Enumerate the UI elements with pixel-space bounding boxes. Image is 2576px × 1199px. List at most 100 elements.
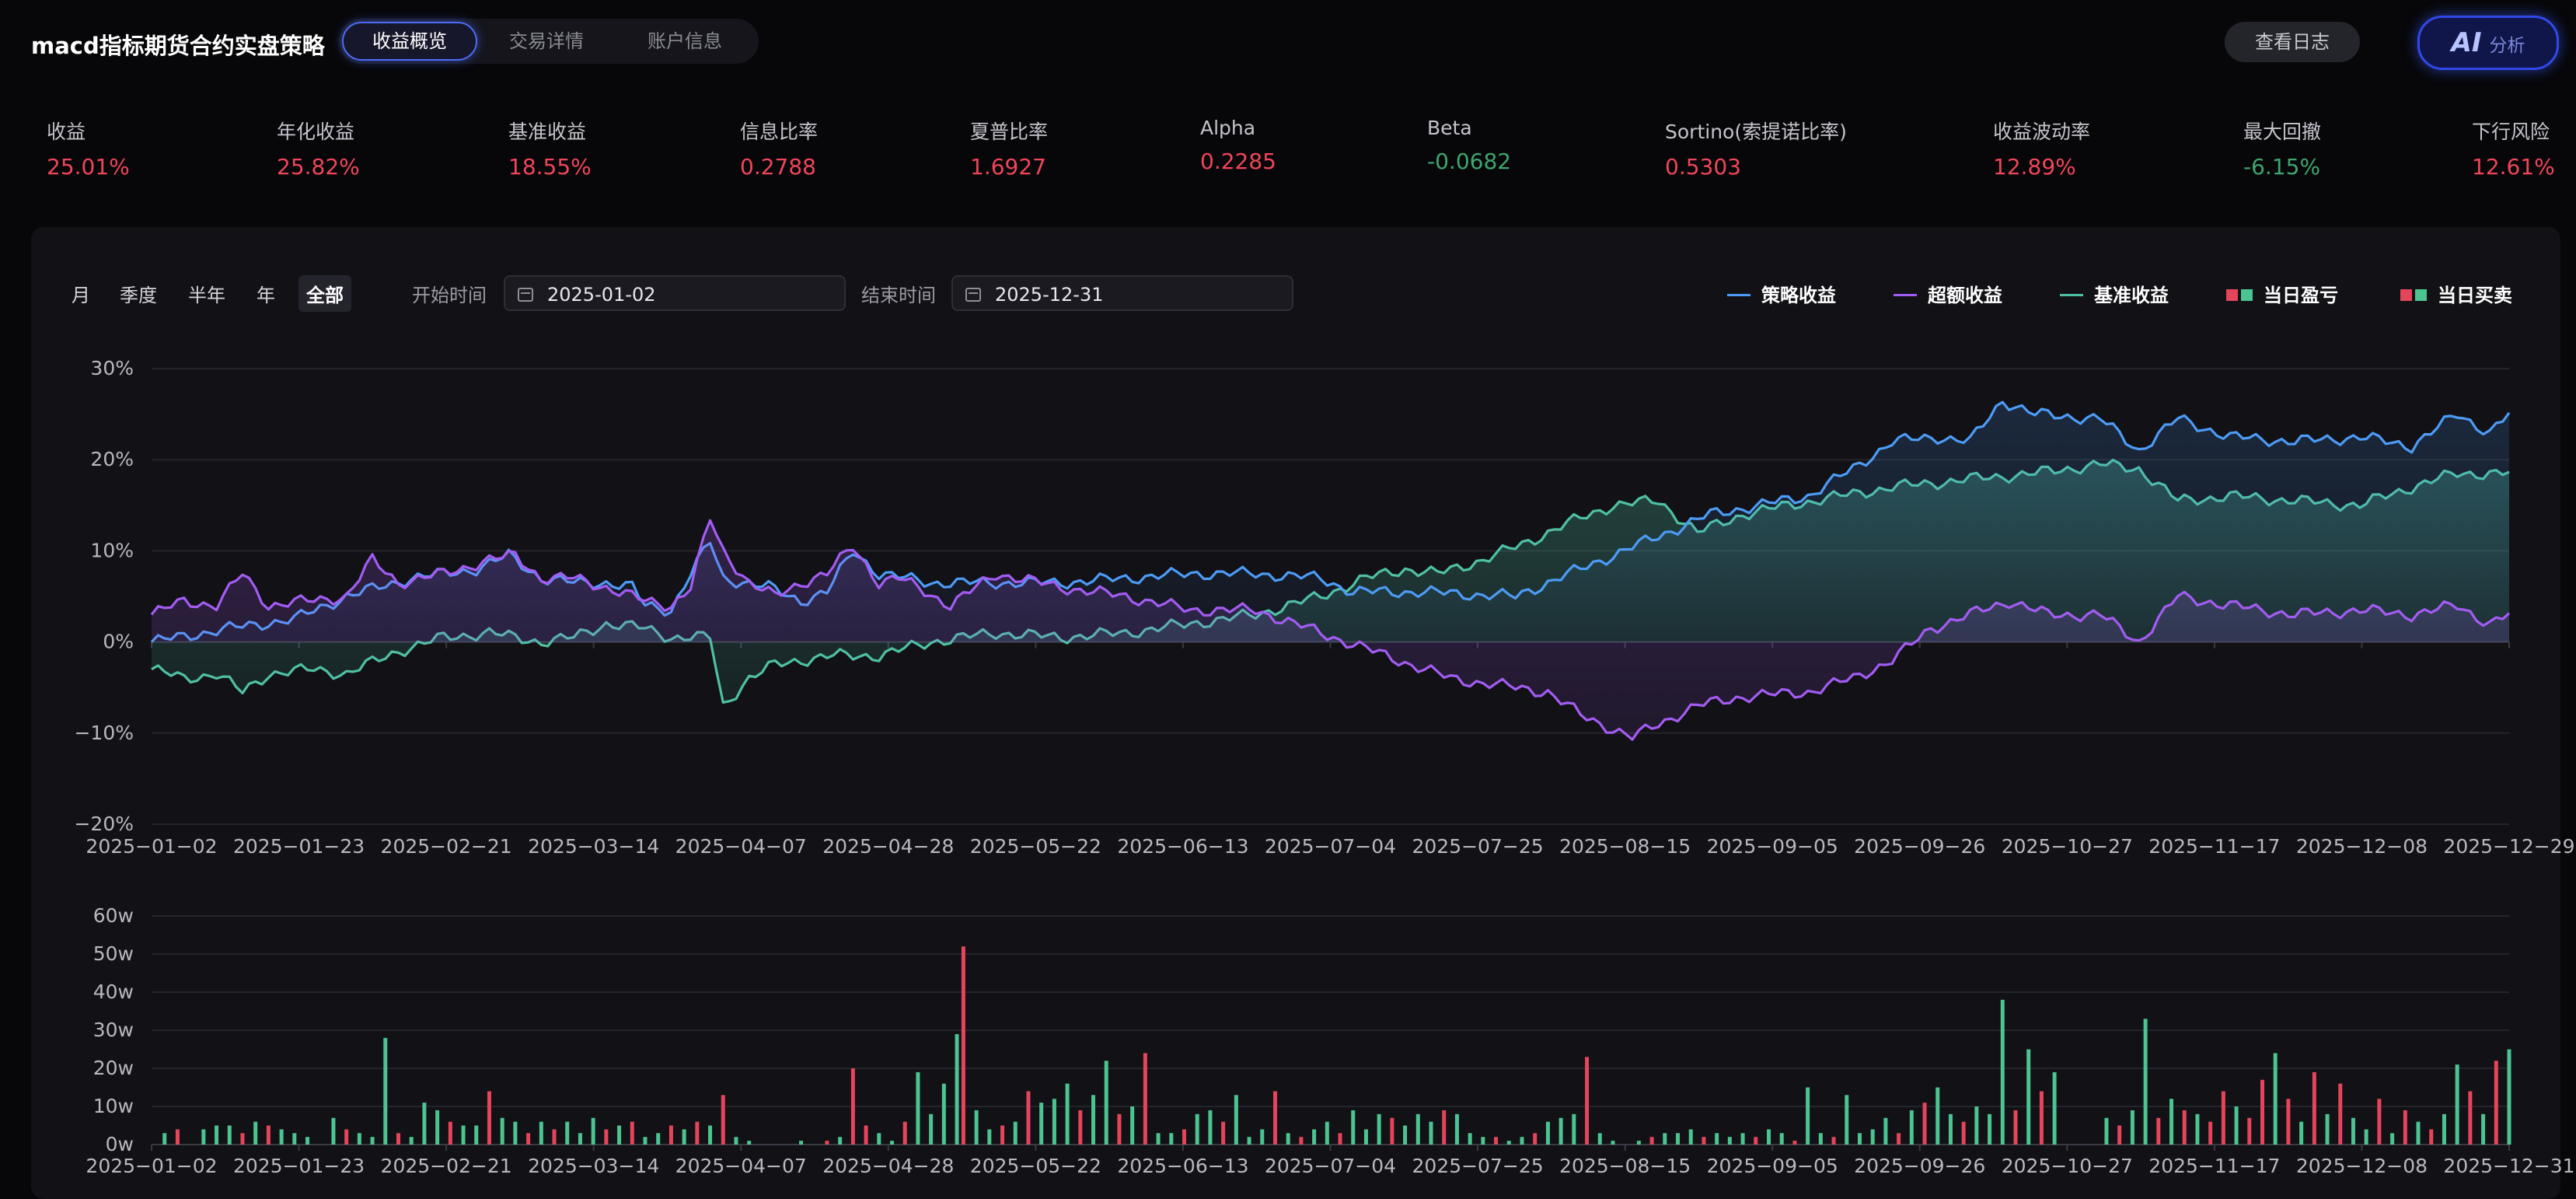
bar — [2195, 1113, 2200, 1145]
bar — [1052, 1099, 1056, 1145]
x-tick-label: 2025−01−02 — [86, 1155, 217, 1177]
bar — [253, 1121, 258, 1145]
bar — [2351, 1117, 2355, 1145]
bar — [292, 1133, 297, 1145]
bar — [1415, 1113, 1420, 1145]
bar — [2494, 1061, 2498, 1145]
x-tick-label: 2025−09−26 — [1854, 1155, 1985, 1177]
bar — [1663, 1133, 1667, 1145]
bar — [734, 1137, 738, 1145]
bar — [2052, 1071, 2057, 1145]
bar — [2013, 1110, 2018, 1145]
bar — [2260, 1079, 2264, 1145]
bar — [2000, 999, 2005, 1145]
x-tick-label: 2025−04−07 — [675, 1155, 807, 1177]
bar — [2169, 1099, 2174, 1145]
bar — [227, 1125, 232, 1145]
bar — [1468, 1133, 1472, 1145]
bar — [279, 1129, 284, 1145]
x-tick-label: 2025−10−27 — [2002, 835, 2133, 858]
bar — [175, 1129, 180, 1145]
bar — [513, 1121, 518, 1145]
bar — [987, 1129, 992, 1145]
bar — [916, 1071, 920, 1145]
x-tick-label: 2025−07−25 — [1412, 1155, 1543, 1177]
x-tick-label: 2025−04−28 — [822, 835, 954, 858]
bar — [1922, 1103, 1927, 1145]
bar — [2429, 1129, 2434, 1145]
x-tick-label: 2025−09−05 — [1707, 1155, 1838, 1177]
bar — [1078, 1110, 1083, 1145]
bar — [1988, 1113, 1992, 1145]
bar — [1611, 1141, 1615, 1145]
bar — [825, 1141, 829, 1145]
bar — [357, 1133, 361, 1145]
bar — [1013, 1121, 1017, 1145]
bar — [370, 1137, 375, 1145]
bar — [941, 1083, 946, 1145]
bar — [435, 1110, 440, 1145]
bar — [1702, 1137, 1706, 1145]
bar — [1065, 1083, 1070, 1145]
x-tick-label: 2025−12−08 — [2296, 1155, 2428, 1177]
bar — [2273, 1053, 2278, 1145]
bar — [1377, 1113, 1381, 1145]
bar — [1234, 1095, 1238, 1145]
x-tick-label: 2025−07−04 — [1265, 835, 1396, 858]
bar — [1870, 1129, 1875, 1145]
bar — [1143, 1053, 1147, 1145]
bar — [1935, 1087, 1940, 1145]
bar — [2156, 1117, 2161, 1145]
bar — [708, 1125, 713, 1145]
bar — [2026, 1049, 2031, 1145]
x-tick-label: 2025−09−26 — [1854, 835, 1985, 858]
bar — [902, 1121, 907, 1145]
bar — [682, 1129, 686, 1145]
bar — [565, 1121, 570, 1145]
x-tick-label: 2025−01−02 — [86, 835, 217, 858]
bar — [344, 1129, 349, 1145]
y-tick-label: 50w — [93, 942, 134, 965]
y-tick-label: 30% — [90, 357, 134, 379]
bar — [2312, 1071, 2316, 1145]
y-tick-label: 10% — [90, 539, 134, 561]
y-tick-label: 0w — [106, 1133, 134, 1155]
x-tick-label: 2025−03−14 — [528, 1155, 659, 1177]
bar — [1559, 1117, 1563, 1145]
bar — [974, 1110, 979, 1145]
bar — [1636, 1141, 1641, 1145]
bar — [2455, 1064, 2459, 1145]
bar — [929, 1113, 934, 1145]
bar — [1545, 1121, 1550, 1145]
x-tick-label: 2025−12−29 — [2443, 835, 2574, 858]
bar — [2468, 1091, 2473, 1145]
bar — [1286, 1133, 1290, 1145]
bar — [1221, 1121, 1226, 1145]
bar — [1312, 1129, 1317, 1145]
bar — [1585, 1057, 1590, 1145]
bar — [1688, 1129, 1693, 1145]
bar — [2364, 1129, 2368, 1145]
bar — [1026, 1091, 1031, 1145]
bar — [1961, 1121, 1966, 1145]
y-tick-label: −20% — [74, 813, 134, 835]
bar — [578, 1133, 582, 1145]
bar — [1909, 1110, 1914, 1145]
bar — [1897, 1133, 1901, 1145]
bar — [799, 1141, 804, 1145]
bar — [2221, 1091, 2225, 1145]
bar — [1481, 1137, 1485, 1145]
bar — [1208, 1110, 1213, 1145]
bar — [668, 1125, 673, 1145]
bar — [1948, 1113, 1953, 1145]
x-tick-label: 2025−07−25 — [1412, 835, 1543, 858]
bar — [396, 1133, 401, 1145]
bar — [331, 1117, 336, 1145]
bar — [1831, 1137, 1836, 1145]
y-tick-label: 30w — [93, 1019, 134, 1041]
bar — [2325, 1113, 2330, 1145]
bar — [1818, 1133, 1823, 1145]
bar — [695, 1121, 700, 1145]
bar — [961, 946, 965, 1145]
x-tick-label: 2025−02−21 — [381, 1155, 512, 1177]
